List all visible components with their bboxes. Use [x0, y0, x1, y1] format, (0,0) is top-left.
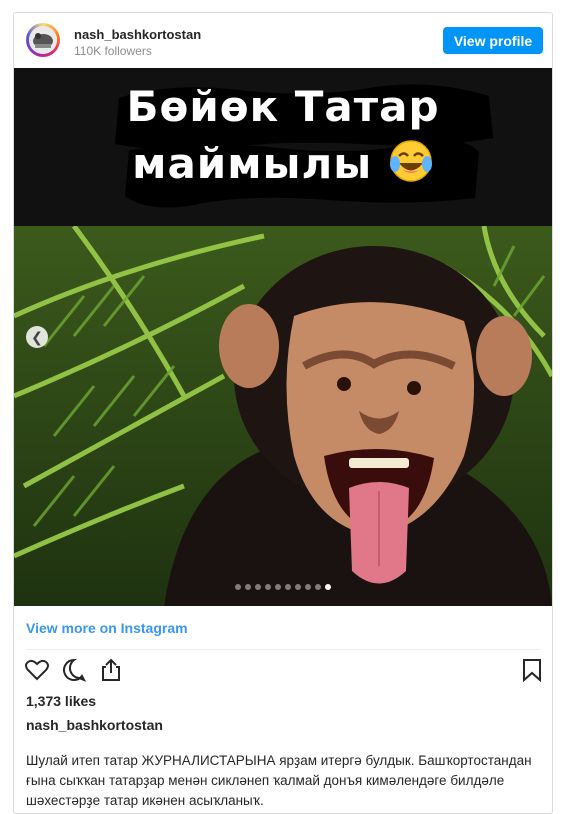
carousel-prev-button[interactable]: ❮: [26, 326, 48, 348]
carousel-dot: [285, 584, 291, 590]
carousel-dot: [305, 584, 311, 590]
carousel-dot: [245, 584, 251, 590]
chimpanzee-photo: [14, 226, 552, 606]
bookmark-icon[interactable]: [519, 657, 545, 683]
instagram-embed-card: nash_bashkortostan 110K followers View p…: [13, 12, 553, 814]
post-caption: Шулай итеп татар ЖУРНАЛИСТАРЫНА ярҙам ит…: [26, 753, 532, 808]
caption-band: Бөйөк Татар маймылы: [14, 68, 552, 226]
view-profile-button[interactable]: View profile: [443, 27, 543, 54]
avatar[interactable]: [26, 23, 60, 57]
post-author[interactable]: nash_bashkortostan: [26, 717, 163, 733]
like-count: 1,373 likes: [26, 693, 97, 709]
profile-username[interactable]: nash_bashkortostan: [74, 27, 201, 42]
divider: [26, 649, 540, 650]
overlay-title-line-2-text: маймылы: [132, 139, 373, 188]
carousel-indicator: [14, 584, 552, 590]
post-media[interactable]: Бөйөк Татар маймылы ❮: [14, 68, 552, 606]
overlay-title-line-1: Бөйөк Татар: [126, 82, 440, 131]
heart-icon[interactable]: [24, 657, 50, 683]
share-icon[interactable]: [98, 657, 124, 683]
carousel-dot: [275, 584, 281, 590]
carousel-dot: [295, 584, 301, 590]
carousel-dot: [315, 584, 321, 590]
comment-icon[interactable]: [61, 657, 87, 683]
carousel-dot: [235, 584, 241, 590]
avatar-image: [29, 26, 57, 54]
laughing-crying-face-icon: [389, 140, 432, 182]
carousel-dot: [265, 584, 271, 590]
carousel-dot: [255, 584, 261, 590]
post-header: nash_bashkortostan 110K followers View p…: [14, 13, 552, 68]
view-more-on-instagram-link[interactable]: View more on Instagram: [26, 620, 188, 636]
follower-count: 110K followers: [74, 44, 152, 58]
overlay-title-line-2: маймылы: [14, 138, 552, 188]
carousel-dot: [325, 584, 331, 590]
